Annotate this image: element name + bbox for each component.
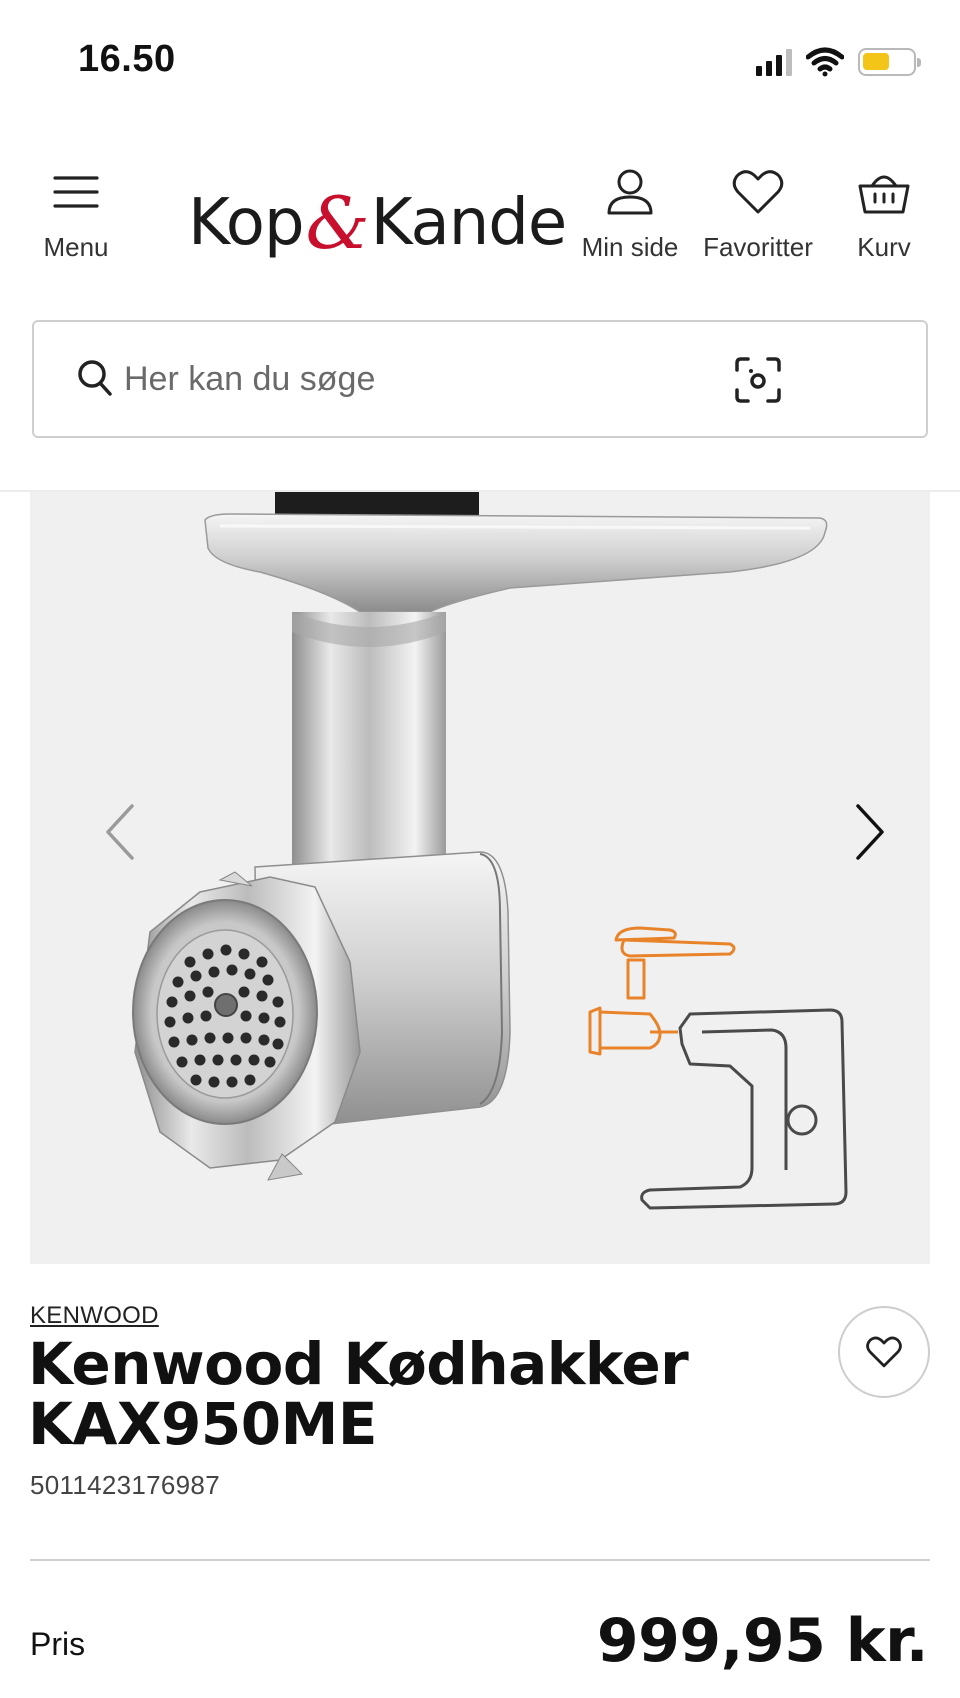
battery-icon [858,48,921,76]
account-button[interactable]: Min side [570,162,690,263]
site-header: Menu Kop & Kande Min side Favoritter Kur… [0,150,960,280]
logo-text-left: Kop [188,186,305,260]
camera-scan-icon[interactable] [734,356,782,404]
chevron-left-icon [106,804,134,860]
favorites-label: Favoritter [703,232,813,262]
heart-icon [866,1336,902,1368]
cart-button[interactable]: Kurv [838,162,930,263]
site-logo[interactable]: Kop & Kande [188,178,568,268]
brand-link[interactable]: KENWOOD [30,1302,159,1330]
search-bar[interactable] [32,320,928,438]
hamburger-menu-icon [53,176,99,208]
battery-level [863,53,889,70]
basket-icon [858,175,910,214]
price-label: Pris [30,1626,86,1662]
product-title-line2: KAX950ME [28,1390,377,1458]
cellular-signal-icon [756,48,792,76]
price-value: 999,95 kr. [596,1606,929,1676]
menu-label: Menu [43,232,109,262]
product-title: Kenwood Kødhakker KAX950ME [28,1334,788,1454]
product-title-line1: Kenwood Kødhakker [28,1330,689,1398]
status-time: 16.50 [78,38,176,80]
search-input[interactable] [124,346,684,412]
user-icon [607,169,653,215]
add-to-favorites-button[interactable] [838,1306,930,1398]
logo-ampersand: & [305,181,370,265]
search-icon [78,360,112,396]
heart-icon [732,170,784,214]
cart-label: Kurv [857,232,911,262]
status-icons [756,42,921,82]
menu-button[interactable]: Menu [36,162,116,263]
logo-text-right: Kande [370,186,568,260]
wifi-icon [806,47,844,77]
carousel-next-button[interactable] [820,782,920,882]
carousel-prev-button[interactable] [70,782,170,882]
chevron-right-icon [856,804,884,860]
status-bar: 16.50 [0,0,960,120]
product-image-gallery[interactable] [30,492,930,1264]
favorites-button[interactable]: Favoritter [692,162,824,263]
product-ean: 5011423176987 [30,1470,220,1500]
info-divider [30,1559,930,1561]
account-label: Min side [581,232,679,262]
